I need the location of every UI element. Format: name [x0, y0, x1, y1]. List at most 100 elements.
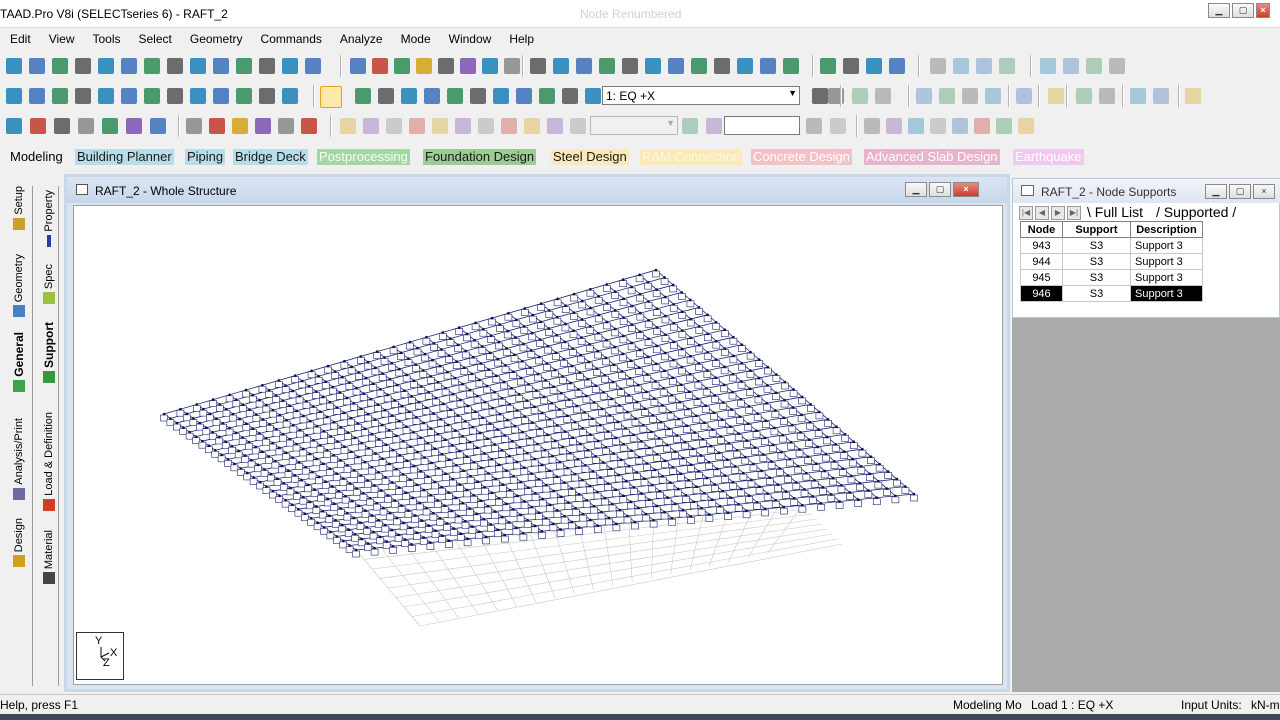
prev-page-icon[interactable]: ◀: [1035, 206, 1049, 220]
tb1-tool-icon[interactable]: [438, 58, 454, 74]
raft-mesh-drawing[interactable]: [74, 206, 1002, 684]
tb1-tool-icon[interactable]: [1086, 58, 1102, 74]
tb2-tool-icon[interactable]: [121, 88, 137, 104]
support-cell[interactable]: S3: [1062, 253, 1131, 270]
tb3-tool-icon[interactable]: [278, 118, 294, 134]
menu-analyze[interactable]: Analyze: [330, 30, 391, 50]
tb3-tool-icon[interactable]: [886, 118, 902, 134]
tb2-tool-icon[interactable]: [378, 88, 394, 104]
tb1-tool-icon[interactable]: [783, 58, 799, 74]
tb3-tool-icon[interactable]: [996, 118, 1012, 134]
tb3-tool-icon[interactable]: [524, 118, 540, 134]
page-tab-foundation-design[interactable]: Foundation Design: [423, 149, 537, 165]
tb3-tool-icon[interactable]: [30, 118, 46, 134]
tb3-tool-icon[interactable]: [570, 118, 586, 134]
tb2-tool-icon[interactable]: [282, 88, 298, 104]
menu-view[interactable]: View: [39, 30, 83, 50]
tab-design[interactable]: Design: [8, 518, 30, 568]
tb1-tool-icon[interactable]: [953, 58, 969, 74]
tb1-tool-icon[interactable]: [622, 58, 638, 74]
tb2-tool-icon[interactable]: [167, 88, 183, 104]
tb1-tool-icon[interactable]: [6, 58, 22, 74]
tab-supported[interactable]: / Supported /: [1156, 204, 1236, 220]
tb2-tool-icon[interactable]: [812, 88, 828, 104]
tb2-tool-icon[interactable]: [585, 88, 601, 104]
tb2-tool-icon[interactable]: [75, 88, 91, 104]
tb2-tool-icon[interactable]: [98, 88, 114, 104]
tb3-tool-icon[interactable]: [209, 118, 225, 134]
tb2-tool-icon[interactable]: [1016, 88, 1032, 104]
tab-spec[interactable]: Spec: [38, 264, 60, 305]
tb1-tool-icon[interactable]: [999, 58, 1015, 74]
tb2-tool-icon[interactable]: [1130, 88, 1146, 104]
tb1-tool-icon[interactable]: [691, 58, 707, 74]
tb3-tool-icon[interactable]: [150, 118, 166, 134]
table-row[interactable]: 945 S3 Support 3: [1020, 269, 1203, 286]
column-header-support[interactable]: Support: [1062, 221, 1131, 238]
last-page-icon[interactable]: ▶|: [1067, 206, 1081, 220]
tb1-tool-icon[interactable]: [282, 58, 298, 74]
tab-property[interactable]: Property: [38, 190, 60, 247]
page-tab-postprocessing[interactable]: Postprocessing: [317, 149, 410, 165]
disabled-dropdown[interactable]: ▼: [590, 116, 678, 135]
tb1-tool-icon[interactable]: [460, 58, 476, 74]
tb3-tool-icon[interactable]: [255, 118, 271, 134]
tb3-tool-icon[interactable]: [102, 118, 118, 134]
tb2-tool-icon[interactable]: [355, 88, 371, 104]
minimize-button[interactable]: ▁: [1205, 184, 1227, 199]
tb1-tool-icon[interactable]: [599, 58, 615, 74]
tb1-tool-icon[interactable]: [1109, 58, 1125, 74]
page-tab-modeling[interactable]: Modeling: [8, 149, 65, 165]
tb2-tool-icon[interactable]: [1048, 88, 1064, 104]
tb2-tool-icon[interactable]: [6, 88, 22, 104]
tb3-tool-icon[interactable]: [830, 118, 846, 134]
tab-setup[interactable]: Setup: [8, 186, 30, 230]
page-tab-bridge-deck[interactable]: Bridge Deck: [233, 149, 308, 165]
tb1-tool-icon[interactable]: [889, 58, 905, 74]
structure-viewport[interactable]: Y X Z: [73, 205, 1003, 685]
tb3-tool-icon[interactable]: [952, 118, 968, 134]
tb3-tool-icon[interactable]: [706, 118, 722, 134]
tb2-tool-icon[interactable]: [447, 88, 463, 104]
node-cell[interactable]: 945: [1020, 269, 1063, 286]
tab-geometry[interactable]: Geometry: [8, 254, 30, 318]
tb1-tool-icon[interactable]: [737, 58, 753, 74]
tb3-tool-icon[interactable]: [930, 118, 946, 134]
tb2-tool-icon[interactable]: [470, 88, 486, 104]
description-cell[interactable]: Support 3: [1130, 253, 1203, 270]
tb2-tool-icon[interactable]: [539, 88, 555, 104]
tb1-tool-icon[interactable]: [504, 58, 520, 74]
tb3-tool-icon[interactable]: [455, 118, 471, 134]
tb1-tool-icon[interactable]: [530, 58, 546, 74]
tb2-tool-icon[interactable]: [424, 88, 440, 104]
tb3-tool-icon[interactable]: [301, 118, 317, 134]
tb1-tool-icon[interactable]: [576, 58, 592, 74]
tab-support[interactable]: Support: [38, 322, 60, 383]
tb3-tool-icon[interactable]: [547, 118, 563, 134]
tb3-tool-icon[interactable]: [478, 118, 494, 134]
tb1-tool-icon[interactable]: [1063, 58, 1079, 74]
tb1-tool-icon[interactable]: [350, 58, 366, 74]
tab-full-list[interactable]: \ Full List: [1087, 204, 1143, 220]
menu-window[interactable]: Window: [439, 30, 500, 50]
close-button[interactable]: ×: [1256, 3, 1270, 18]
tb2-tool-icon[interactable]: [916, 88, 932, 104]
menu-commands[interactable]: Commands: [251, 30, 330, 50]
node-cell[interactable]: 946: [1020, 285, 1063, 302]
tb1-tool-icon[interactable]: [52, 58, 68, 74]
tb2-tool-icon[interactable]: [144, 88, 160, 104]
restore-button[interactable]: ▢: [1229, 184, 1251, 199]
table-row[interactable]: 943 S3 Support 3: [1020, 237, 1203, 254]
restore-button[interactable]: ▢: [929, 182, 951, 197]
tb1-tool-icon[interactable]: [482, 58, 498, 74]
tb1-tool-icon[interactable]: [144, 58, 160, 74]
node-cell[interactable]: 943: [1020, 237, 1063, 254]
tb2-tool-icon[interactable]: [516, 88, 532, 104]
first-page-icon[interactable]: |◀: [1019, 206, 1033, 220]
menu-help[interactable]: Help: [499, 30, 542, 50]
tb2-tool-icon[interactable]: [190, 88, 206, 104]
tb3-tool-icon[interactable]: [409, 118, 425, 134]
tb1-tool-icon[interactable]: [394, 58, 410, 74]
tb2-tool-icon[interactable]: [401, 88, 417, 104]
tb3-tool-icon[interactable]: [232, 118, 248, 134]
